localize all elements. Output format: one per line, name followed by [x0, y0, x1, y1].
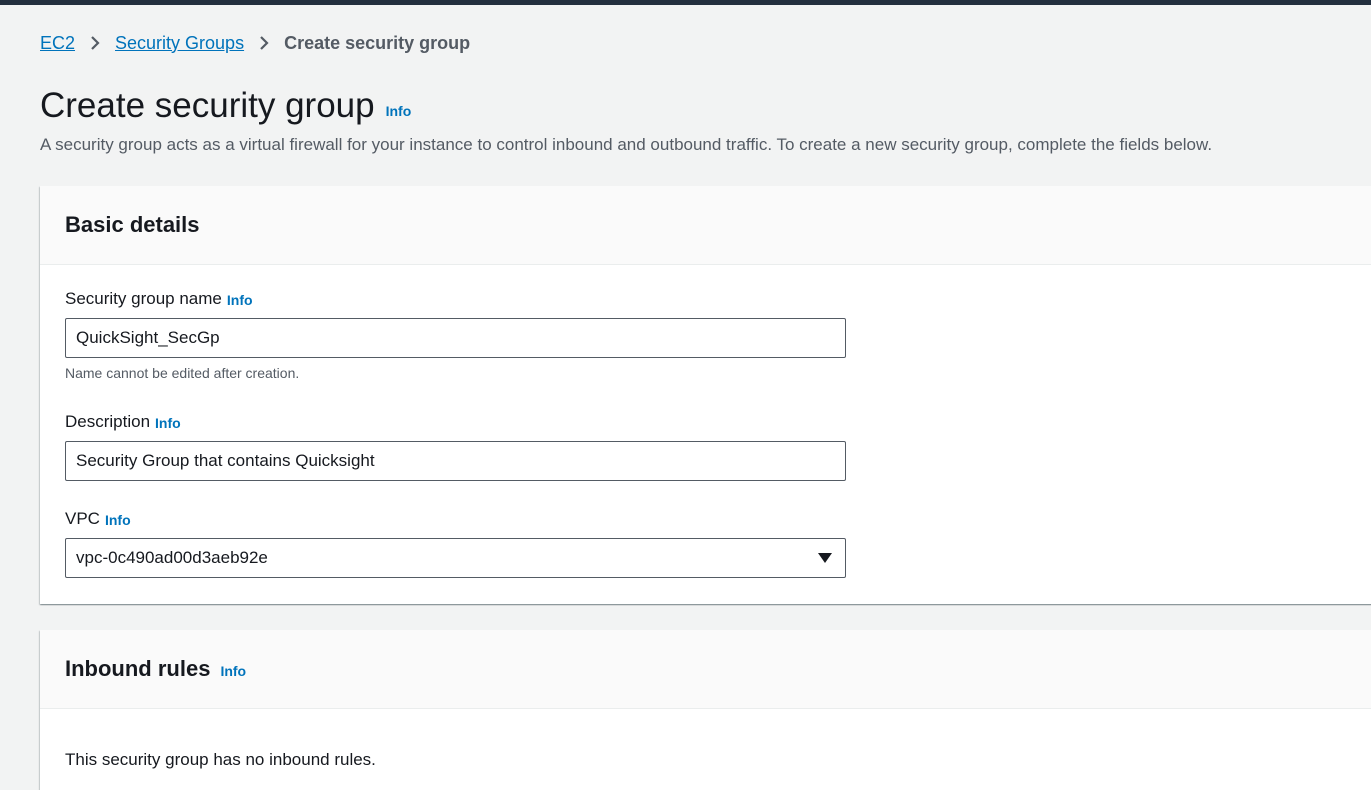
page-header: Create security group Info	[40, 84, 411, 128]
page-info-link[interactable]: Info	[386, 103, 412, 119]
chevron-right-icon	[75, 31, 115, 55]
security-group-name-input[interactable]	[65, 318, 846, 358]
security-group-name-label: Security group name	[65, 289, 222, 308]
breadcrumb-link-security-groups[interactable]: Security Groups	[115, 33, 244, 54]
security-group-name-info-link[interactable]: Info	[227, 292, 253, 308]
breadcrumb-link-ec2[interactable]: EC2	[40, 33, 75, 54]
security-group-name-field: Security group name Info Name cannot be …	[65, 288, 846, 381]
breadcrumb: EC2 Security Groups Create security grou…	[40, 31, 470, 55]
vpc-selected-value: vpc-0c490ad00d3aeb92e	[76, 548, 268, 567]
inbound-rules-panel: Inbound rules Info This security group h…	[40, 630, 1371, 790]
vpc-label: VPC	[65, 509, 100, 528]
chevron-right-icon	[244, 31, 284, 55]
page-description: A security group acts as a virtual firew…	[40, 135, 1213, 154]
basic-details-header: Basic details	[40, 186, 1371, 265]
page-title: Create security group	[40, 86, 375, 125]
security-group-name-constraint: Name cannot be edited after creation.	[65, 365, 300, 381]
description-input[interactable]	[65, 441, 846, 481]
inbound-rules-header: Inbound rules Info	[40, 630, 1371, 709]
description-info-link[interactable]: Info	[155, 415, 181, 431]
vpc-select[interactable]: vpc-0c490ad00d3aeb92e	[65, 538, 846, 578]
breadcrumb-current: Create security group	[284, 32, 471, 53]
caret-down-icon	[817, 550, 833, 566]
inbound-rules-info-link[interactable]: Info	[220, 663, 246, 679]
vpc-info-link[interactable]: Info	[105, 512, 131, 528]
basic-details-panel: Basic details Security group name Info N…	[40, 186, 1371, 604]
basic-details-title: Basic details	[65, 212, 200, 237]
description-label: Description	[65, 412, 151, 431]
top-navigation-strip	[0, 0, 1371, 5]
inbound-rules-title: Inbound rules	[65, 656, 211, 681]
description-field: Description Info	[65, 411, 846, 481]
inbound-rules-empty-message: This security group has no inbound rules…	[65, 750, 376, 769]
vpc-field: VPC Info vpc-0c490ad00d3aeb92e	[65, 508, 846, 578]
